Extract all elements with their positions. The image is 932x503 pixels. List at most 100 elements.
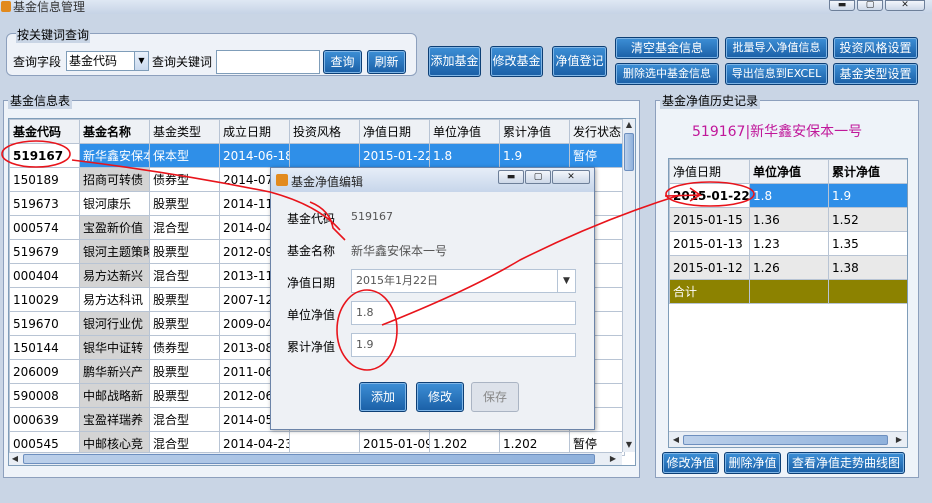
history-table-cell[interactable]: 1.36: [749, 207, 829, 232]
dialog-minimize-icon[interactable]: ▬: [498, 170, 524, 184]
scroll-left-icon[interactable]: ◀: [670, 434, 682, 445]
fund-table-cell[interactable]: 宝盈祥瑞养: [79, 407, 150, 432]
fund-table-cell[interactable]: 519670: [9, 311, 80, 336]
delete-nav-button[interactable]: 删除净值: [724, 452, 781, 474]
dialog-cum-input[interactable]: 1.9: [351, 333, 576, 357]
fund-table-cell[interactable]: 150144: [9, 335, 80, 360]
dialog-edit-button[interactable]: 修改: [416, 382, 464, 412]
fund-table-cell[interactable]: 2015-01-22: [359, 143, 430, 168]
fund-table-cell[interactable]: 中邮战略新: [79, 383, 150, 408]
query-button[interactable]: 查询: [323, 50, 362, 74]
fund-table-cell[interactable]: 招商可转债: [79, 167, 150, 192]
dialog-maximize-icon[interactable]: ▢: [525, 170, 551, 184]
history-hscroll-thumb[interactable]: [683, 435, 888, 445]
history-table-cell[interactable]: 1.26: [749, 255, 829, 280]
fund-table-cell[interactable]: 206009: [9, 359, 80, 384]
fund-table-row[interactable]: 519167 新华鑫安保本 保本型 2014-06-18 2015-01-22 1.8 1.…: [9, 143, 625, 168]
fund-table-vscroll-thumb[interactable]: [624, 133, 634, 171]
fund-table-cell[interactable]: 暂停: [569, 143, 625, 168]
history-table-cell[interactable]: 2015-01-12: [669, 255, 750, 280]
fund-table-cell[interactable]: 股票型: [149, 191, 220, 216]
history-table-row[interactable]: 2015-01-15 1.36 1.52: [669, 207, 907, 232]
fund-table-cell[interactable]: 519673: [9, 191, 80, 216]
nav-chart-button[interactable]: 查看净值走势曲线图: [787, 452, 905, 474]
minimize-icon[interactable]: ▬: [829, 0, 855, 11]
fund-table-cell[interactable]: 混合型: [149, 215, 220, 240]
edit-nav-button[interactable]: 修改净值: [662, 452, 719, 474]
fund-table-cell[interactable]: 保本型: [149, 143, 220, 168]
scroll-down-icon[interactable]: ▼: [623, 439, 635, 450]
fund-table-cell[interactable]: 银河康乐: [79, 191, 150, 216]
fund-col-header[interactable]: 基金代码: [9, 119, 80, 144]
fund-table-cell[interactable]: 鹏华新兴产: [79, 359, 150, 384]
fund-table-cell[interactable]: 债券型: [149, 335, 220, 360]
fund-table-cell[interactable]: 债券型: [149, 167, 220, 192]
scroll-right-icon[interactable]: ▶: [607, 453, 619, 464]
refresh-button[interactable]: 刷新: [367, 50, 406, 74]
fund-table-cell[interactable]: 000404: [9, 263, 80, 288]
fund-table-cell[interactable]: 易方达新兴: [79, 263, 150, 288]
fund-table-vscroll[interactable]: ▲ ▼: [622, 119, 635, 452]
history-table-cell[interactable]: 2015-01-13: [669, 231, 750, 256]
fund-table-cell[interactable]: 519679: [9, 239, 80, 264]
scroll-right-icon[interactable]: ▶: [893, 434, 905, 445]
fund-col-header[interactable]: 累计净值: [499, 119, 570, 144]
fund-col-header[interactable]: 成立日期: [219, 119, 290, 144]
fund-table-cell[interactable]: 新华鑫安保本: [79, 143, 150, 168]
chevron-down-icon[interactable]: ▼: [134, 52, 148, 70]
fund-table-cell[interactable]: [289, 143, 360, 168]
fund-table-cell[interactable]: 股票型: [149, 311, 220, 336]
fund-table-cell[interactable]: 易方达科讯: [79, 287, 150, 312]
fund-table-cell[interactable]: 1.9: [499, 143, 570, 168]
export-excel-button[interactable]: 导出信息到EXCEL: [725, 63, 828, 85]
history-col-header[interactable]: 累计净值: [828, 159, 907, 184]
calendar-dropdown-icon[interactable]: ▼: [557, 270, 575, 292]
clear-info-button[interactable]: 清空基金信息: [615, 37, 719, 59]
dialog-close-icon[interactable]: ✕: [552, 170, 590, 184]
history-table-row[interactable]: 2015-01-13 1.23 1.35: [669, 231, 907, 256]
type-settings-button[interactable]: 基金类型设置: [833, 63, 918, 85]
fund-table-cell[interactable]: 股票型: [149, 239, 220, 264]
history-table-cell[interactable]: 1.52: [828, 207, 907, 232]
history-table-cell[interactable]: 1.38: [828, 255, 907, 280]
history-table-cell[interactable]: 1.9: [828, 183, 907, 208]
history-col-header[interactable]: 单位净值: [749, 159, 829, 184]
maximize-icon[interactable]: ▢: [857, 0, 883, 11]
fund-col-header[interactable]: 发行状态: [569, 119, 625, 144]
nav-register-button[interactable]: 净值登记: [552, 46, 607, 77]
history-hscroll[interactable]: ◀ ▶: [669, 431, 907, 447]
history-table-row[interactable]: 2015-01-22 1.8 1.9: [669, 183, 907, 208]
fund-col-header[interactable]: 基金名称: [79, 119, 150, 144]
history-col-header[interactable]: 净值日期: [669, 159, 750, 184]
edit-fund-button[interactable]: 修改基金: [490, 46, 543, 77]
fund-col-header[interactable]: 单位净值: [429, 119, 500, 144]
scroll-left-icon[interactable]: ◀: [9, 453, 21, 464]
fund-table-cell[interactable]: 519167: [9, 143, 80, 168]
history-table-cell[interactable]: 1.23: [749, 231, 829, 256]
fund-table-cell[interactable]: 混合型: [149, 263, 220, 288]
fund-table-cell[interactable]: 2014-06-18: [219, 143, 290, 168]
fund-table-hscroll[interactable]: ◀ ▶: [9, 452, 622, 465]
fund-table-cell[interactable]: 股票型: [149, 287, 220, 312]
dialog-unit-input[interactable]: 1.8: [351, 301, 576, 325]
fund-table-cell[interactable]: 银河主题策略: [79, 239, 150, 264]
fund-table-cell[interactable]: 股票型: [149, 383, 220, 408]
fund-table-cell[interactable]: 150189: [9, 167, 80, 192]
close-icon[interactable]: ✕: [885, 0, 925, 11]
field-select[interactable]: 基金代码 ▼: [66, 51, 149, 71]
history-table-cell[interactable]: 2015-01-15: [669, 207, 750, 232]
fund-col-header[interactable]: 基金类型: [149, 119, 220, 144]
style-settings-button[interactable]: 投资风格设置: [833, 37, 918, 59]
history-table-cell[interactable]: 1.35: [828, 231, 907, 256]
add-fund-button[interactable]: 添加基金: [428, 46, 481, 77]
fund-table-cell[interactable]: 000639: [9, 407, 80, 432]
dialog-save-button[interactable]: 保存: [471, 382, 519, 412]
fund-table-hscroll-thumb[interactable]: [23, 454, 595, 464]
fund-table-cell[interactable]: 宝盈新价值: [79, 215, 150, 240]
history-table-cell[interactable]: 2015-01-22: [669, 183, 750, 208]
fund-table-cell[interactable]: 混合型: [149, 407, 220, 432]
fund-table-cell[interactable]: 银华中证转: [79, 335, 150, 360]
keyword-input[interactable]: [216, 50, 320, 74]
history-table-cell[interactable]: 1.8: [749, 183, 829, 208]
history-table-row[interactable]: 2015-01-12 1.26 1.38: [669, 255, 907, 280]
